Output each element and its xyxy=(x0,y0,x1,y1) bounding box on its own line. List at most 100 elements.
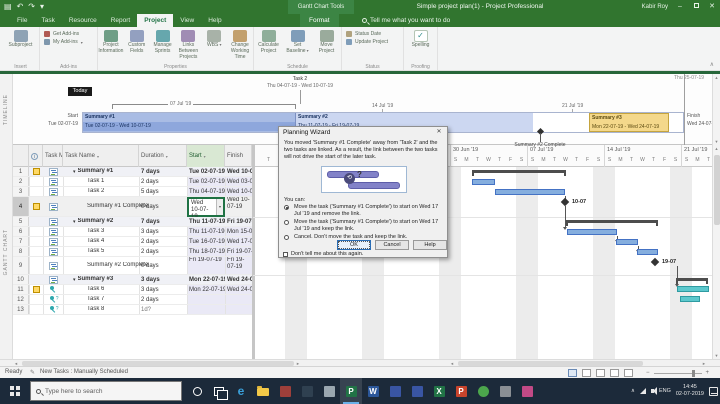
quick-access-toolbar[interactable]: ▤ ↶ ↷ ▾ xyxy=(4,1,44,13)
row-number[interactable]: 12 xyxy=(13,295,29,304)
task-mode-cell[interactable] xyxy=(43,197,63,216)
tab-resource[interactable]: Resource xyxy=(62,14,104,27)
app-pink-icon[interactable] xyxy=(516,378,538,404)
task-mode-cell[interactable] xyxy=(43,187,63,196)
qat-icon-2[interactable]: ↷ xyxy=(28,1,35,13)
table-row[interactable]: 4Summary #1 Complete0 daysWed 10-07-19▾W… xyxy=(13,197,252,220)
task-mode-cell[interactable] xyxy=(43,257,63,274)
table-row[interactable]: 1 ▾Summary #1 7 daysTue 02-07-19Wed 10-07-… xyxy=(13,167,252,177)
mail-icon[interactable] xyxy=(296,378,318,404)
dont-tell-again-checkbox[interactable]: Don't tell me about this again. xyxy=(283,251,363,257)
status-date-button[interactable]: Status Date xyxy=(346,31,399,37)
radio-icon[interactable] xyxy=(284,235,289,241)
duration-cell[interactable]: 2 days xyxy=(139,247,187,256)
edge-icon[interactable]: e xyxy=(230,378,252,404)
row-number[interactable]: 8 xyxy=(13,247,29,256)
app-blue-2-icon[interactable] xyxy=(406,378,428,404)
duration-cell[interactable]: 2 days xyxy=(139,295,187,304)
duration-cell[interactable]: 3 days xyxy=(139,275,187,284)
project-information-button[interactable]: Project Information xyxy=(98,28,124,62)
row-number[interactable]: 6 xyxy=(13,227,29,236)
tab-format[interactable]: Format xyxy=(300,14,339,27)
start-cell[interactable]: Tue 02-07-19 xyxy=(187,177,225,186)
task-view-icon[interactable] xyxy=(208,378,230,404)
task-mode-cell[interactable]: ? xyxy=(43,305,63,314)
account-name[interactable]: Kabir Roy xyxy=(642,0,668,14)
table-row[interactable]: 11 Task 6 3 daysMon 22-07-19Wed 24-07-19 xyxy=(13,285,252,295)
zoom-track[interactable] xyxy=(653,369,702,377)
table-row[interactable]: 10 ▾Summary #3 3 daysMon 22-07-19Wed 24-07… xyxy=(13,275,252,285)
start-button[interactable] xyxy=(0,378,30,404)
duration-cell[interactable]: 1d? xyxy=(139,305,187,314)
duration-cell[interactable]: 3 days xyxy=(139,227,187,236)
date-dropdown-icon[interactable]: ▾ xyxy=(216,199,223,215)
gantt-bar-summary-3[interactable] xyxy=(676,278,708,284)
language-indicator[interactable]: ENG xyxy=(659,388,671,394)
word-icon[interactable]: W xyxy=(362,378,384,404)
change-working-time-button[interactable]: Change Working Time xyxy=(227,28,253,62)
dialog-close-icon[interactable]: ✕ xyxy=(434,128,444,135)
wbs-button[interactable]: WBS ▾ xyxy=(201,28,227,62)
snagit-icon[interactable] xyxy=(472,378,494,404)
scroll-up-icon[interactable]: ▲ xyxy=(713,75,720,80)
qat-icon-3[interactable]: ▾ xyxy=(40,1,44,13)
app-blue-1-icon[interactable] xyxy=(384,378,406,404)
start-cell[interactable]: Mon 22-07-19 xyxy=(187,275,225,284)
pane-splitter[interactable] xyxy=(252,145,255,359)
duration-cell[interactable]: 0 days xyxy=(139,197,187,216)
move-project-button[interactable]: Move Project xyxy=(314,28,340,62)
finish-cell[interactable]: Fri 19-07-19 xyxy=(225,257,252,274)
start-cell[interactable]: Thu 04-07-19 xyxy=(187,187,225,196)
table-row[interactable]: 12? Task 7 2 days xyxy=(13,295,252,305)
gantt-bar-task-2[interactable] xyxy=(495,189,565,195)
restore-button[interactable] xyxy=(688,0,704,14)
file-explorer-icon[interactable] xyxy=(252,378,274,404)
wizard-option-2[interactable]: Move the task ('Summary #1 Complete') to… xyxy=(284,219,444,232)
duration-cell[interactable]: 2 days xyxy=(139,177,187,186)
radio-icon[interactable] xyxy=(284,220,289,226)
tab-report[interactable]: Report xyxy=(104,14,138,27)
excel-icon[interactable]: X xyxy=(428,378,450,404)
links-between-projects-button[interactable]: Links Between Projects xyxy=(175,28,201,62)
column-header-duration[interactable]: Duration ▾ xyxy=(139,145,187,167)
qat-icon-0[interactable]: ▤ xyxy=(4,1,12,13)
row-number[interactable]: 4 xyxy=(13,197,29,216)
app-gray-icon[interactable] xyxy=(494,378,516,404)
scroll-down-icon[interactable]: ▼ xyxy=(713,139,720,144)
resource-sheet-view-icon[interactable] xyxy=(610,369,619,377)
action-center-icon[interactable] xyxy=(709,386,718,396)
column-header-info[interactable]: i xyxy=(29,145,43,167)
team-planner-view-icon[interactable] xyxy=(596,369,605,377)
qat-icon-1[interactable]: ↶ xyxy=(17,1,24,13)
store-icon[interactable] xyxy=(274,378,296,404)
my-addins-button[interactable]: My Add-ins ▾ xyxy=(44,39,93,45)
gantt-bar-task-4[interactable] xyxy=(616,239,638,245)
finish-cell[interactable]: Wed 24-07-19 xyxy=(225,285,252,294)
duration-cell[interactable]: 3 days xyxy=(139,285,187,294)
task-mode-cell[interactable] xyxy=(43,275,63,284)
checkbox-box[interactable] xyxy=(283,251,288,257)
finish-cell[interactable]: Fri 19-07-19 xyxy=(225,247,252,256)
tab-task[interactable]: Task xyxy=(34,14,61,27)
start-cell[interactable]: Fri 19-07-19 xyxy=(187,257,225,274)
clock[interactable]: 14:45 02-07-2019 xyxy=(676,384,704,397)
table-row[interactable]: 7 Task 4 2 daysTue 16-07-19Wed 17-07-19 xyxy=(13,237,252,247)
horizontal-scrollbar-row[interactable]: ◄ ► ◄ ► xyxy=(0,359,720,366)
finish-cell[interactable]: Wed 03-07-19 xyxy=(225,177,252,186)
finish-cell[interactable]: Wed 10-07-19 xyxy=(225,187,252,196)
column-header-mode[interactable]: Task Mode▾ xyxy=(43,145,63,167)
network-icon[interactable] xyxy=(639,388,646,394)
start-cell[interactable]: Thu 11-07-19 xyxy=(187,227,225,236)
task-mode-cell[interactable] xyxy=(43,227,63,236)
start-cell[interactable]: Tue 02-07-19 xyxy=(187,167,225,176)
row-number[interactable]: 13 xyxy=(13,305,29,314)
scroll-down-icon[interactable]: ▼ xyxy=(713,353,720,358)
finish-cell[interactable]: Wed 24-07-19 xyxy=(225,275,252,284)
gantt-bar-task-1[interactable] xyxy=(472,179,495,185)
timeline-scrollbar[interactable]: ▲ ▼ xyxy=(712,74,720,145)
finish-cell[interactable] xyxy=(225,295,252,304)
manage-sprints-button[interactable]: Manage Sprints xyxy=(150,28,176,62)
duration-cell[interactable]: 5 days xyxy=(139,187,187,196)
duration-cell[interactable]: 7 days xyxy=(139,167,187,176)
tab-file[interactable]: File xyxy=(10,14,34,27)
